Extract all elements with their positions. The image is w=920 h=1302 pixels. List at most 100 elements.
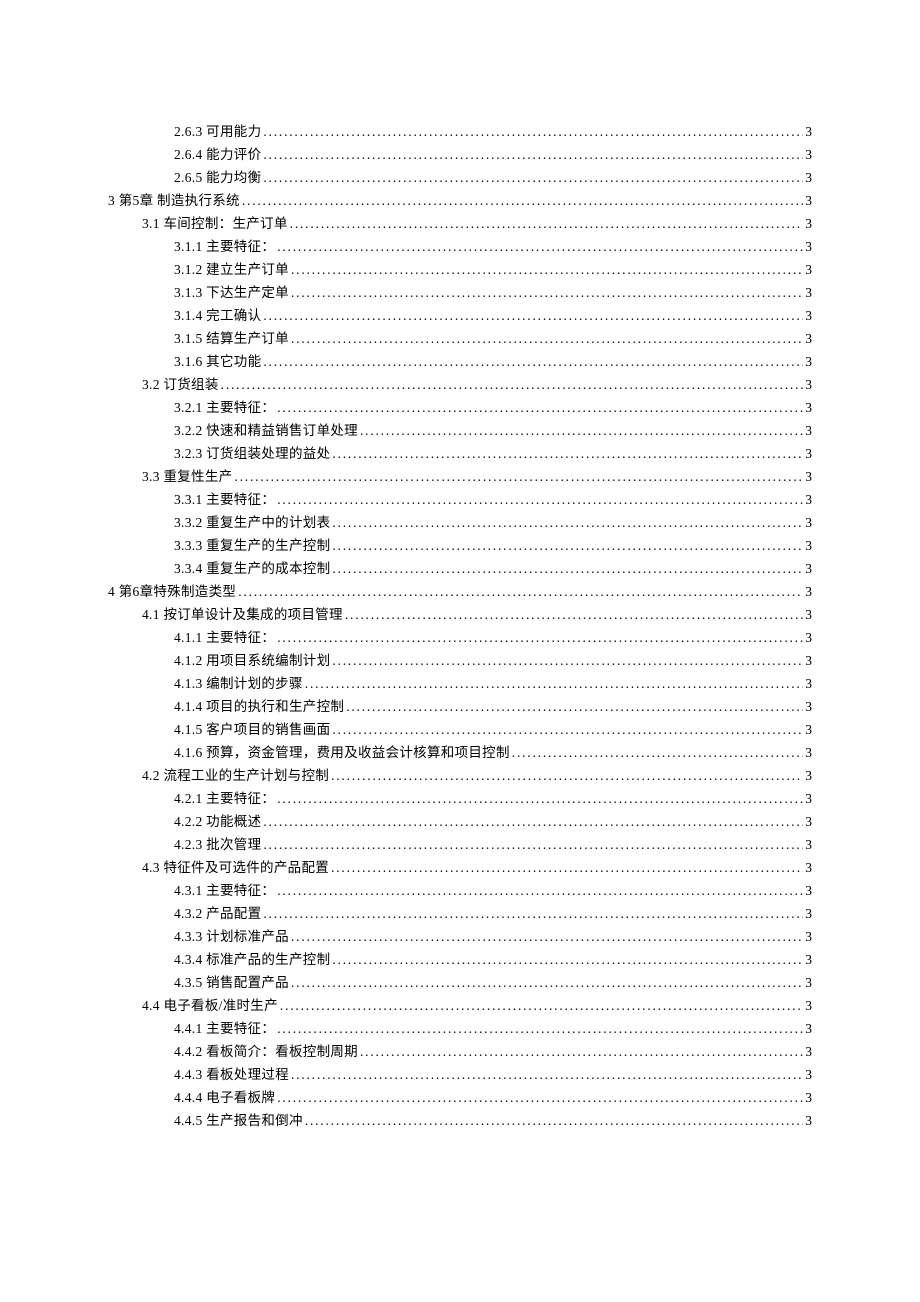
toc-leader-dots (263, 902, 803, 925)
toc-leader-dots (263, 810, 803, 833)
toc-entry[interactable]: 4.4.3 看板处理过程3 (108, 1063, 812, 1086)
toc-entry[interactable]: 3.1.5 结算生产订单3 (108, 327, 812, 350)
toc-entry-page: 3 (805, 810, 812, 833)
toc-leader-dots (332, 718, 803, 741)
toc-entry[interactable]: 4 第6章特殊制造类型 3 (108, 580, 812, 603)
toc-entry[interactable]: 4.3.4 标准产品的生产控制3 (108, 948, 812, 971)
toc-leader-dots (263, 350, 803, 373)
toc-leader-dots (332, 948, 803, 971)
toc-entry[interactable]: 4.2.2 功能概述 3 (108, 810, 812, 833)
toc-entry-label: 4.3.3 计划标准产品 (174, 925, 289, 948)
toc-entry[interactable]: 4.2 流程工业的生产计划与控制3 (108, 764, 812, 787)
toc-leader-dots (277, 488, 803, 511)
toc-entry-label: 3.1.1 主要特征： (174, 235, 275, 258)
toc-entry[interactable]: 3.3 重复性生产3 (108, 465, 812, 488)
toc-entry-page: 3 (805, 1086, 812, 1109)
toc-leader-dots (277, 396, 803, 419)
toc-entry[interactable]: 4.4.1 主要特征：3 (108, 1017, 812, 1040)
toc-entry[interactable]: 4.3.3 计划标准产品 3 (108, 925, 812, 948)
toc-leader-dots (332, 557, 803, 580)
toc-entry-page: 3 (805, 511, 812, 534)
toc-entry-page: 3 (805, 925, 812, 948)
toc-entry[interactable]: 3.2 订货组装3 (108, 373, 812, 396)
toc-entry[interactable]: 4.2.1 主要特征：3 (108, 787, 812, 810)
toc-entry-page: 3 (805, 212, 812, 235)
toc-leader-dots (263, 166, 803, 189)
toc-entry-label: 3.3.1 主要特征： (174, 488, 275, 511)
toc-entry-page: 3 (805, 948, 812, 971)
toc-entry[interactable]: 3.1.3 下达生产定单3 (108, 281, 812, 304)
toc-entry-label: 4.1.5 客户项目的销售画面 (174, 718, 330, 741)
toc-entry-page: 3 (805, 258, 812, 281)
toc-entry-label: 4.4 电子看板/准时生产 (142, 994, 278, 1017)
toc-entry-page: 3 (805, 879, 812, 902)
toc-entry-label: 4.1 按订单设计及集成的项目管理 (142, 603, 343, 626)
toc-entry[interactable]: 2.6.3 可用能力 3 (108, 120, 812, 143)
toc-entry[interactable]: 4.4 电子看板/准时生产3 (108, 994, 812, 1017)
toc-entry[interactable]: 4.3 特征件及可选件的产品配置3 (108, 856, 812, 879)
toc-entry[interactable]: 4.4.4 电子看板牌3 (108, 1086, 812, 1109)
toc-entry[interactable]: 3.1.1 主要特征： 3 (108, 235, 812, 258)
toc-entry-page: 3 (805, 396, 812, 419)
toc-entry[interactable]: 3.3.3 重复生产的生产控制3 (108, 534, 812, 557)
toc-leader-dots (290, 212, 804, 235)
toc-entry-label: 2.6.4 能力评价 (174, 143, 261, 166)
toc-entry-page: 3 (805, 442, 812, 465)
toc-leader-dots (277, 787, 803, 810)
toc-entry[interactable]: 3.3.4 重复生产的成本控制3 (108, 557, 812, 580)
toc-entry[interactable]: 3.3.2 重复生产中的计划表 3 (108, 511, 812, 534)
toc-entry[interactable]: 4.3.1 主要特征：3 (108, 879, 812, 902)
toc-entry-page: 3 (805, 235, 812, 258)
toc-leader-dots (263, 120, 803, 143)
toc-entry-page: 3 (805, 741, 812, 764)
toc-entry[interactable]: 3.2.2 快速和精益销售订单处理3 (108, 419, 812, 442)
toc-entry-page: 3 (805, 120, 812, 143)
toc-entry[interactable]: 4.1.6 预算，资金管理，费用及收益会计核算和项目控制3 (108, 741, 812, 764)
toc-entry[interactable]: 4.1.5 客户项目的销售画面 3 (108, 718, 812, 741)
toc-entry[interactable]: 3 第5章 制造执行系统3 (108, 189, 812, 212)
toc-entry[interactable]: 4.1 按订单设计及集成的项目管理3 (108, 603, 812, 626)
toc-entry[interactable]: 2.6.4 能力评价3 (108, 143, 812, 166)
toc-entry[interactable]: 3.1 车间控制：生产订单3 (108, 212, 812, 235)
toc-entry-label: 4.2.2 功能概述 (174, 810, 261, 833)
toc-entry[interactable]: 4.3.5 销售配置产品3 (108, 971, 812, 994)
toc-entry[interactable]: 4.3.2 产品配置3 (108, 902, 812, 925)
toc-entry[interactable]: 3.1.6 其它功能3 (108, 350, 812, 373)
toc-entry[interactable]: 3.2.3 订货组装处理的益处 3 (108, 442, 812, 465)
toc-entry[interactable]: 4.1.4 项目的执行和生产控制3 (108, 695, 812, 718)
toc-entry[interactable]: 2.6.5 能力均衡3 (108, 166, 812, 189)
toc-entry-label: 3.2.3 订货组装处理的益处 (174, 442, 330, 465)
toc-entry[interactable]: 4.4.2 看板简介：看板控制周期3 (108, 1040, 812, 1063)
toc-entry-label: 3.3.2 重复生产中的计划表 (174, 511, 330, 534)
toc-entry-label: 4 第6章特殊制造类型 (108, 580, 236, 603)
toc-leader-dots (331, 856, 803, 879)
toc-leader-dots (263, 304, 803, 327)
toc-entry-label: 3.1.2 建立生产订单 (174, 258, 289, 281)
toc-leader-dots (332, 649, 803, 672)
toc-entry[interactable]: 4.1.2 用项目系统编制计划3 (108, 649, 812, 672)
toc-entry-label: 3.1.6 其它功能 (174, 350, 261, 373)
toc-entry[interactable]: 3.1.4 完工确认3 (108, 304, 812, 327)
toc-entry-page: 3 (805, 902, 812, 925)
toc-entry-page: 3 (805, 580, 812, 603)
toc-entry-label: 2.6.3 可用能力 (174, 120, 261, 143)
toc-leader-dots (346, 695, 803, 718)
toc-entry[interactable]: 4.1.3 编制计划的步骤3 (108, 672, 812, 695)
toc-entry-label: 4.3 特征件及可选件的产品配置 (142, 856, 329, 879)
toc-entry-page: 3 (805, 419, 812, 442)
toc-entry-label: 4.4.5 生产报告和倒冲 (174, 1109, 303, 1132)
toc-entry[interactable]: 3.3.1 主要特征：3 (108, 488, 812, 511)
toc-leader-dots (291, 327, 803, 350)
toc-entry-page: 3 (805, 718, 812, 741)
toc-entry[interactable]: 4.1.1 主要特征：3 (108, 626, 812, 649)
toc-entry[interactable]: 3.2.1 主要特征：3 (108, 396, 812, 419)
toc-entry[interactable]: 4.2.3 批次管理3 (108, 833, 812, 856)
toc-entry-page: 3 (805, 281, 812, 304)
toc-entry-page: 3 (805, 1040, 812, 1063)
toc-entry-label: 4.1.1 主要特征： (174, 626, 275, 649)
toc-entry-page: 3 (805, 189, 812, 212)
toc-entry-label: 3.2 订货组装 (142, 373, 219, 396)
toc-entry-page: 3 (805, 833, 812, 856)
toc-entry[interactable]: 3.1.2 建立生产订单 3 (108, 258, 812, 281)
toc-entry[interactable]: 4.4.5 生产报告和倒冲3 (108, 1109, 812, 1132)
